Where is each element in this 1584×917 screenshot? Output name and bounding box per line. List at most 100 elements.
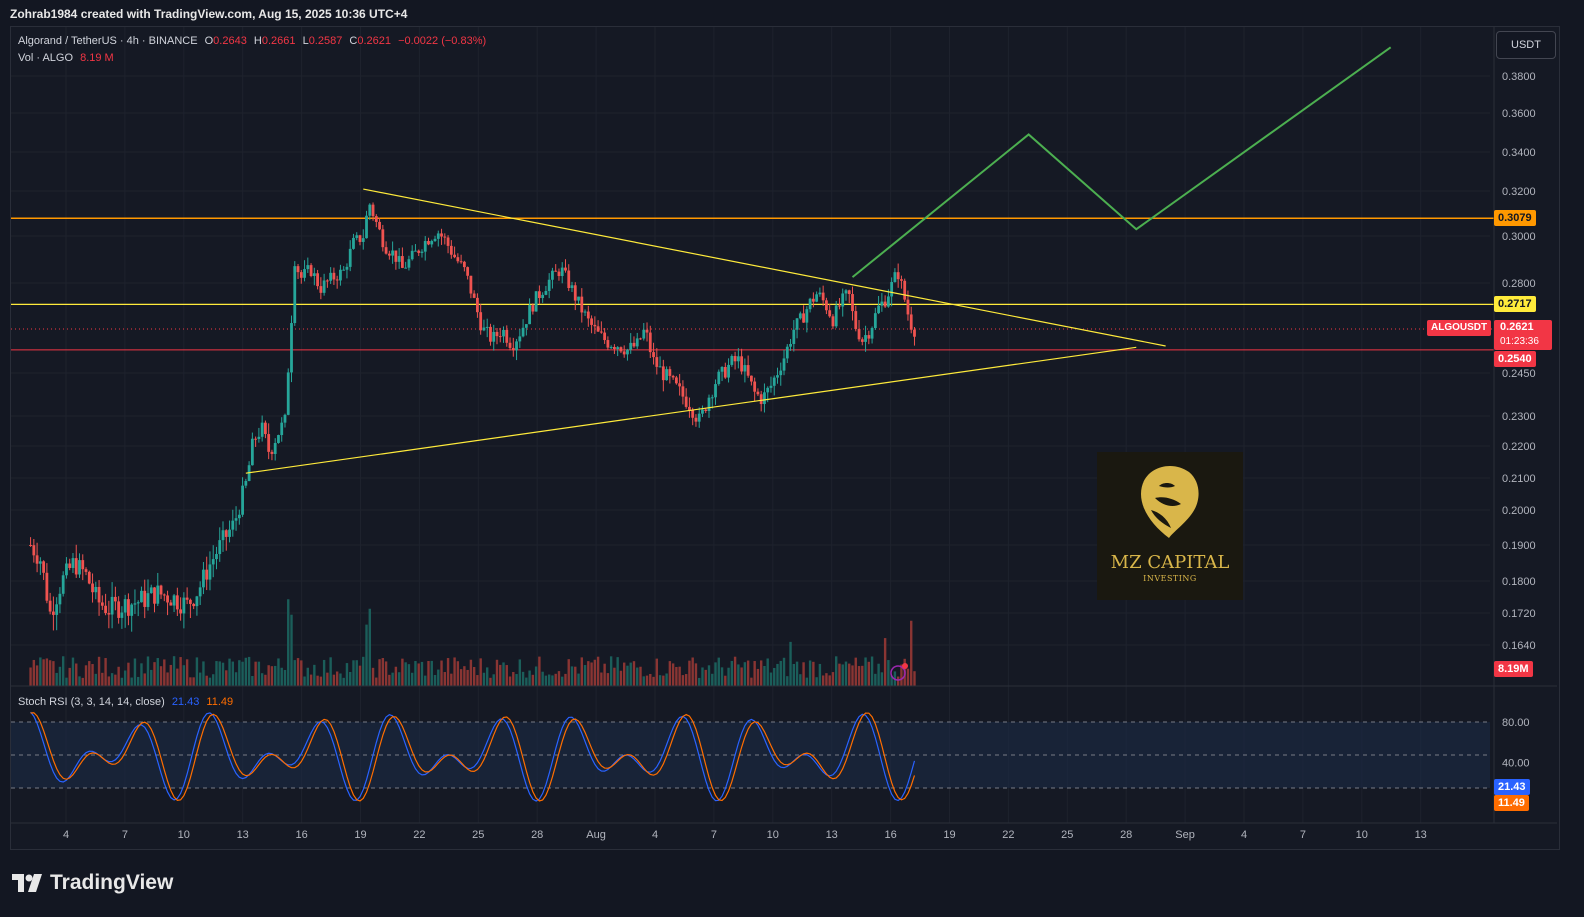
volume-bar (808, 660, 812, 686)
candle-body (133, 603, 137, 605)
candle-body (528, 305, 532, 325)
candle-body (397, 256, 401, 262)
candle-body (410, 250, 414, 260)
candle-body (854, 311, 858, 330)
candle-body (577, 296, 580, 301)
volume-bar (267, 665, 270, 686)
volume-bar (179, 657, 182, 686)
candle-body (802, 313, 805, 323)
currency-button[interactable]: USDT (1496, 31, 1556, 59)
candle-body (335, 279, 339, 281)
volume-bar (870, 656, 874, 686)
volume-bar (326, 672, 329, 686)
candle-body (130, 604, 134, 616)
volume-bar (81, 677, 84, 686)
tradingview-brand: TradingView (50, 871, 174, 894)
candle-body (763, 392, 766, 405)
volume-bar (818, 663, 822, 686)
candle-body (531, 305, 535, 312)
candle-body (127, 599, 130, 616)
volume-bar (658, 675, 662, 686)
y-tick-label: 0.3200 (1502, 186, 1536, 198)
volume-bar (587, 661, 590, 686)
volume-bar (574, 666, 577, 686)
candle-body (476, 297, 479, 313)
x-tick-label: 19 (354, 829, 366, 841)
x-tick-label: 19 (943, 829, 955, 841)
candle-body (694, 417, 698, 422)
candle-body (710, 397, 714, 399)
volume-bar (782, 657, 786, 686)
stoch-k-tag: 21.43 (1494, 779, 1530, 795)
volume-bar (561, 676, 564, 686)
candle-body (609, 346, 613, 348)
candle-body (156, 585, 160, 604)
candle-body (828, 310, 832, 317)
volume-bar (613, 667, 616, 686)
volume-bar (609, 656, 613, 686)
candle-body (153, 587, 156, 604)
volume-bar (750, 677, 753, 686)
volume-bar (652, 676, 655, 686)
volume-bar (114, 674, 117, 686)
candle-body (560, 267, 564, 276)
volume-bar (293, 660, 296, 686)
volume-bar (482, 672, 486, 686)
volume-bar (616, 657, 619, 686)
candle-body (586, 311, 590, 319)
candle-body (430, 241, 434, 245)
candle-body (684, 396, 688, 407)
candle-body (570, 285, 574, 289)
candle-body (524, 324, 528, 328)
volume-bar (645, 675, 649, 686)
x-tick-label: 25 (1061, 829, 1073, 841)
candle-body (873, 313, 877, 329)
volume-bar (773, 667, 776, 686)
volume-bar (368, 608, 371, 686)
candle-body (629, 342, 633, 350)
volume-bar (410, 672, 414, 686)
candle-body (674, 377, 678, 384)
volume-bar (185, 659, 189, 686)
volume-bar (831, 672, 835, 686)
candle-body (479, 312, 483, 331)
candle-body (583, 311, 587, 313)
volume-bar (215, 661, 218, 686)
price-chart[interactable]: 0.3800 0.3600 0.3400 0.3200 0.3000 0.2800 0.24… (0, 0, 1584, 917)
stoch-legend: Stoch RSI (3, 3, 14, 14, close) 21.43 11… (18, 696, 237, 708)
candle-body (107, 613, 111, 615)
candle-body (140, 590, 143, 603)
tradingview-footer[interactable]: TradingView (12, 871, 173, 895)
candle-body (635, 338, 639, 347)
volume-bar (564, 673, 567, 686)
candle-body (818, 292, 822, 295)
volume-bar (600, 672, 603, 686)
candle-body (250, 438, 254, 466)
candle-body (580, 296, 584, 313)
volume-bar (218, 661, 221, 686)
volume-bar (71, 657, 75, 686)
volume-bar (691, 657, 694, 686)
candle-body (733, 356, 737, 362)
volume-bar (117, 666, 120, 686)
volume-bar (247, 656, 251, 686)
candle-body (270, 451, 274, 454)
candle-body (117, 601, 121, 618)
candle-body (365, 215, 368, 239)
candle-body (834, 305, 838, 327)
volume-bar (835, 656, 838, 686)
candle-body (521, 327, 525, 337)
candle-body (391, 250, 395, 256)
candle-body (113, 596, 117, 602)
x-tick-label: 22 (1002, 829, 1014, 841)
candle-body (433, 238, 437, 242)
candle-body (211, 559, 215, 565)
candle-body (688, 406, 691, 411)
volume-bar (805, 677, 809, 686)
low-label: L (302, 35, 309, 47)
logo-subtitle: INVESTING (1143, 574, 1197, 583)
mid-price-tag: 0.2717 (1494, 296, 1536, 312)
y-tick-label: 0.3000 (1502, 231, 1536, 243)
candle-body (325, 280, 329, 282)
candle-body (228, 529, 231, 537)
